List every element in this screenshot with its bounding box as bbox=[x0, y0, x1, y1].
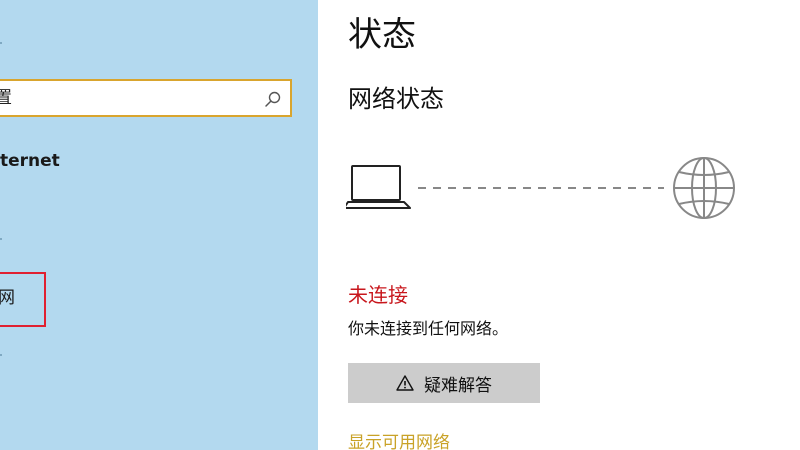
sidebar-item-internet[interactable]: ternet bbox=[0, 151, 60, 171]
troubleshoot-button[interactable]: 疑难解答 bbox=[348, 363, 540, 403]
sidebar-item-label: 网 bbox=[0, 288, 15, 308]
sidebar-item-highlighted[interactable]: 网 bbox=[0, 272, 46, 327]
settings-window: 置 ternet 网 状态 网络状态 未连接 你未连接到任何网络。 疑难解答 显… bbox=[0, 0, 800, 450]
search-input[interactable]: 置 bbox=[0, 90, 12, 107]
sidebar: 置 ternet 网 bbox=[0, 0, 318, 450]
sidebar-edge-mark bbox=[0, 238, 2, 240]
laptop-icon bbox=[346, 165, 411, 209]
search-icon[interactable] bbox=[264, 90, 282, 108]
section-title: 网络状态 bbox=[348, 85, 444, 113]
search-box[interactable]: 置 bbox=[0, 79, 292, 117]
main-content: 状态 网络状态 未连接 你未连接到任何网络。 疑难解答 显示可用网络 bbox=[318, 0, 800, 450]
globe-icon bbox=[673, 157, 735, 219]
sidebar-edge-mark bbox=[0, 354, 2, 356]
sidebar-edge-mark bbox=[0, 42, 2, 44]
page-title: 状态 bbox=[348, 15, 416, 55]
network-status-diagram bbox=[346, 157, 735, 219]
warning-icon bbox=[396, 375, 414, 391]
show-available-networks-link[interactable]: 显示可用网络 bbox=[348, 434, 450, 450]
connection-status-description: 你未连接到任何网络。 bbox=[348, 319, 509, 338]
connection-status: 未连接 bbox=[348, 283, 408, 307]
troubleshoot-label: 疑难解答 bbox=[424, 375, 492, 396]
